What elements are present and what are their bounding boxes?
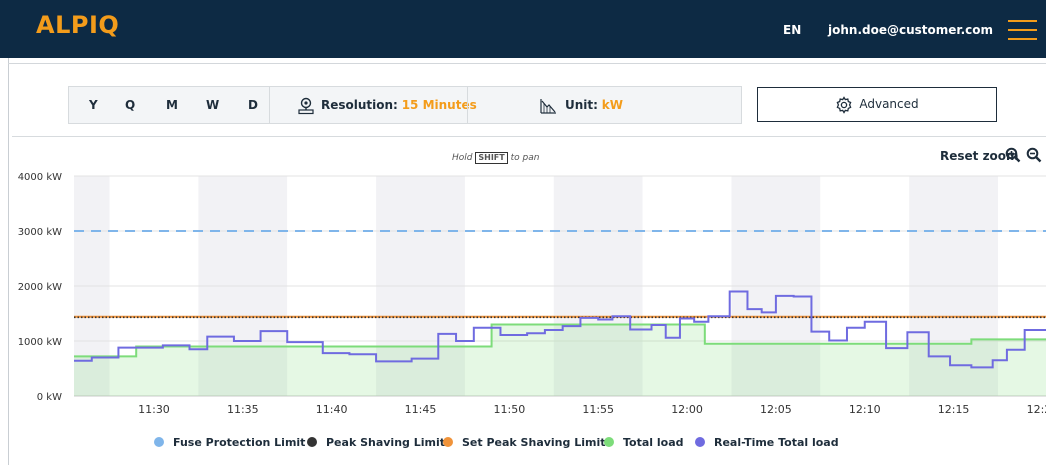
shift-key-badge: SHIFT <box>475 152 508 164</box>
gear-icon <box>836 95 852 114</box>
pan-hint-prefix: Hold <box>452 153 473 163</box>
separator <box>467 87 468 123</box>
period-month-button[interactable]: M <box>166 87 178 123</box>
resolution-value: 15 Minutes <box>401 98 477 112</box>
separator <box>269 87 270 123</box>
top-navbar: ALPIQ EN john.doe@customer.com <box>0 0 1046 58</box>
zoom-in-icon[interactable] <box>1005 147 1021 163</box>
pan-hint: Hold SHIFT to pan <box>452 152 539 164</box>
language-selector[interactable]: EN <box>783 23 801 37</box>
unit-label: Unit: <box>565 98 598 112</box>
user-email[interactable]: john.doe@customer.com <box>828 23 993 37</box>
divider <box>8 63 1046 64</box>
pan-hint-suffix: to pan <box>510 153 540 163</box>
hamburger-menu-icon[interactable] <box>1008 19 1037 40</box>
resolution-label: Resolution: <box>321 98 398 112</box>
chart-controls-bar: Y Q M W D Resolution: 15 Minutes Unit: k… <box>68 86 742 124</box>
period-year-button[interactable]: Y <box>89 87 98 123</box>
unit-chart-icon <box>540 98 556 114</box>
advanced-button[interactable]: Advanced <box>757 87 997 122</box>
period-day-button[interactable]: D <box>248 87 258 123</box>
chart-container <box>12 136 1046 466</box>
resolution-icon <box>298 97 314 114</box>
alpiq-logo[interactable]: ALPIQ <box>36 11 119 39</box>
unit-selector[interactable]: Unit: kW <box>539 87 739 123</box>
left-border <box>8 58 9 465</box>
period-quarter-button[interactable]: Q <box>125 87 135 123</box>
resolution-selector[interactable]: Resolution: 15 Minutes <box>297 87 477 123</box>
period-week-button[interactable]: W <box>206 87 219 123</box>
advanced-label: Advanced <box>859 97 919 111</box>
zoom-out-icon[interactable] <box>1026 147 1042 163</box>
unit-value: kW <box>601 98 623 112</box>
